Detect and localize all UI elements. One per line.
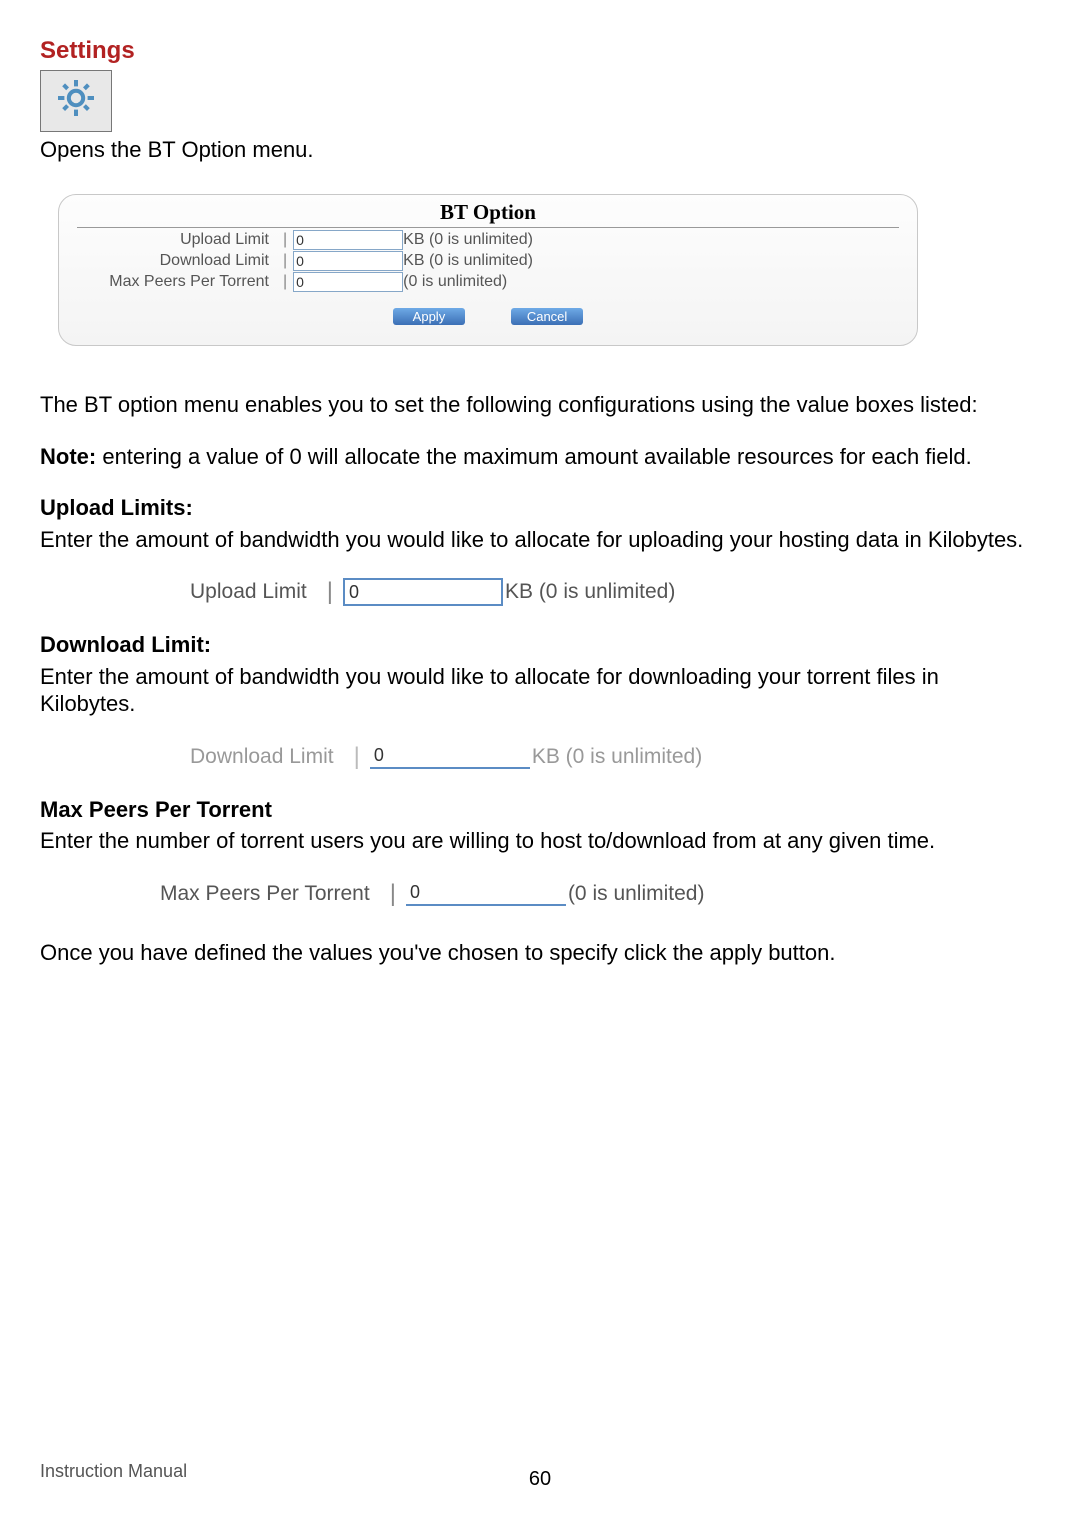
peers-heading: Max Peers Per Torrent (40, 796, 1040, 824)
download-limit-input[interactable] (293, 251, 403, 271)
download-limit-input-large[interactable] (370, 745, 530, 769)
option-label: Download Limit (77, 251, 277, 271)
separator: | (317, 577, 343, 607)
page-number: 60 (40, 1467, 1040, 1492)
gear-icon (56, 78, 96, 125)
upload-field-example: Upload Limit | KB (0 is unlimited) (190, 577, 1040, 607)
upload-limit-input-large[interactable] (343, 578, 503, 606)
peers-field-example: Max Peers Per Torrent | (0 is unlimited) (160, 879, 1040, 909)
field-label: Download Limit (190, 744, 344, 770)
separator: | (277, 251, 293, 271)
separator: | (277, 230, 293, 250)
upload-heading: Upload Limits: (40, 494, 1040, 522)
panel-title: BT Option (77, 199, 899, 228)
field-suffix: KB (0 is unlimited) (503, 579, 675, 605)
field-label: Upload Limit (190, 579, 317, 605)
apply-button[interactable]: Apply (393, 308, 465, 325)
upload-desc: Enter the amount of bandwidth you would … (40, 526, 1040, 554)
option-label: Upload Limit (77, 230, 277, 250)
option-suffix: KB (0 is unlimited) (403, 230, 533, 250)
option-label: Max Peers Per Torrent (77, 272, 277, 292)
upload-limit-input[interactable] (293, 230, 403, 250)
intro-paragraph: The BT option menu enables you to set th… (40, 391, 1040, 419)
max-peers-input-large[interactable] (406, 882, 566, 906)
opens-text: Opens the BT Option menu. (40, 136, 1040, 164)
bt-option-panel: BT Option Upload Limit | KB (0 is unlimi… (58, 194, 918, 347)
option-suffix: (0 is unlimited) (403, 272, 507, 292)
cancel-button[interactable]: Cancel (511, 308, 583, 325)
field-suffix: (0 is unlimited) (566, 881, 705, 907)
settings-icon-box (40, 70, 112, 132)
option-suffix: KB (0 is unlimited) (403, 251, 533, 271)
separator: | (277, 272, 293, 292)
download-field-example: Download Limit | KB (0 is unlimited) (190, 742, 1040, 772)
download-heading: Download Limit: (40, 631, 1040, 659)
download-desc: Enter the amount of bandwidth you would … (40, 663, 1040, 718)
option-row-peers: Max Peers Per Torrent | (0 is unlimited) (77, 272, 899, 292)
note-label: Note: (40, 444, 96, 469)
note-paragraph: Note: entering a value of 0 will allocat… (40, 443, 1040, 471)
separator: | (380, 879, 406, 909)
separator: | (344, 742, 370, 772)
option-row-download: Download Limit | KB (0 is unlimited) (77, 251, 899, 271)
max-peers-input[interactable] (293, 272, 403, 292)
peers-desc: Enter the number of torrent users you ar… (40, 827, 1040, 855)
section-title: Settings (40, 36, 1040, 66)
field-label: Max Peers Per Torrent (160, 881, 380, 907)
note-text: entering a value of 0 will allocate the … (96, 444, 972, 469)
field-suffix: KB (0 is unlimited) (530, 744, 702, 770)
closing-paragraph: Once you have defined the values you've … (40, 939, 1040, 967)
option-row-upload: Upload Limit | KB (0 is unlimited) (77, 230, 899, 250)
